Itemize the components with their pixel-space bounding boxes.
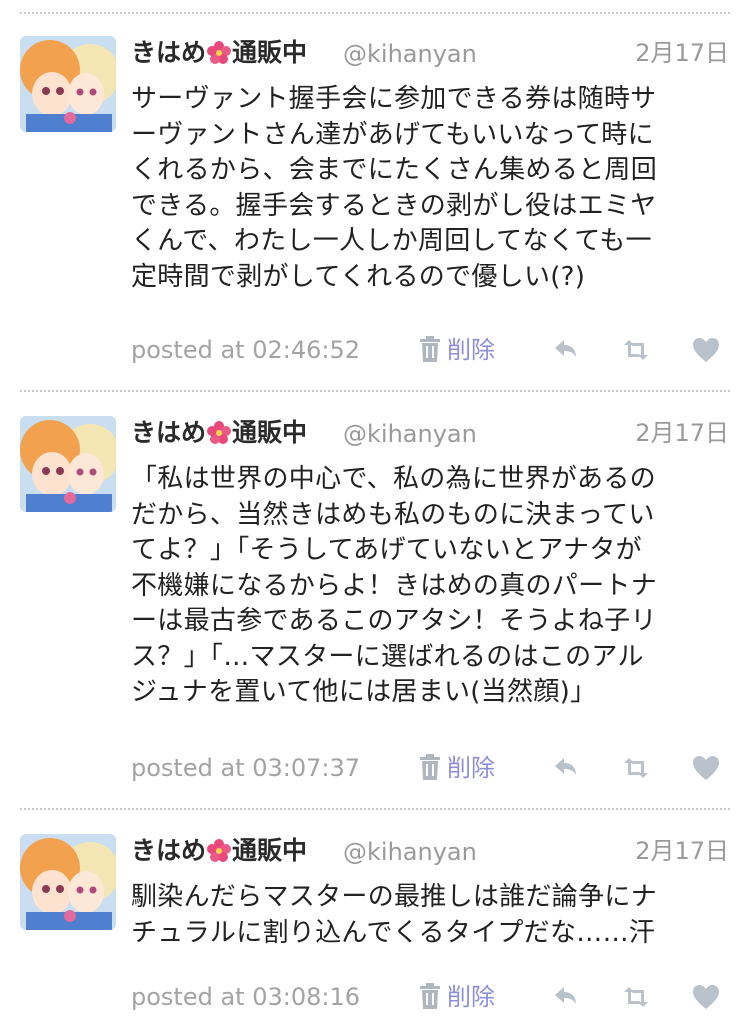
display-name-text: きはめ: [131, 836, 207, 865]
heart-icon: [693, 756, 719, 780]
user-handle[interactable]: @kihanyan: [343, 835, 477, 869]
tweet-footer: posted at 02:46:52 削除: [131, 332, 731, 368]
tweet-date[interactable]: 2月17日: [635, 36, 729, 70]
avatar[interactable]: [20, 36, 116, 132]
reply-icon: [555, 340, 576, 357]
display-name[interactable]: きはめ 通販中: [131, 834, 307, 868]
tweet-item[interactable]: きはめ 通販中 @kihanyan 2月17日 「私は世界の中心で、私の為に世界が…: [0, 416, 751, 796]
display-name[interactable]: きはめ 通販中: [131, 36, 307, 70]
delete-button[interactable]: 削除: [419, 332, 495, 368]
like-button[interactable]: [691, 982, 721, 1012]
display-name[interactable]: きはめ 通販中: [131, 416, 307, 450]
tweet-footer: posted at 03:07:37 削除: [131, 750, 731, 786]
user-handle[interactable]: @kihanyan: [343, 37, 477, 71]
trash-icon: [420, 754, 440, 780]
tweet-header: きはめ 通販中 @kihanyan 2月17日: [131, 416, 731, 450]
posted-time: posted at 03:08:16: [131, 983, 360, 1011]
hibiscus-icon: [207, 839, 232, 862]
hibiscus-icon: [207, 41, 232, 64]
retweet-icon: [624, 340, 648, 360]
retweet-icon: [624, 758, 648, 778]
trash-icon: [420, 983, 440, 1009]
divider: [20, 808, 730, 810]
posted-time: posted at 02:46:52: [131, 336, 360, 364]
like-button[interactable]: [691, 753, 721, 783]
tweet-text: 馴染んだらマスターの最推しは誰だ論争にナ チュラルに割り込んでくるタイプだな………: [131, 882, 658, 948]
reply-button[interactable]: [551, 753, 581, 783]
tweet-date[interactable]: 2月17日: [635, 834, 729, 868]
avatar-image: [20, 834, 116, 930]
heart-icon: [693, 985, 719, 1009]
retweet-icon: [624, 987, 648, 1007]
avatar[interactable]: [20, 834, 116, 930]
delete-button[interactable]: 削除: [419, 750, 495, 786]
retweet-button[interactable]: [621, 753, 651, 783]
tweet-item[interactable]: きはめ 通販中 @kihanyan 2月17日 馴染んだらマスターの最推しは誰だ論…: [0, 834, 751, 1024]
display-name-suffix: 通販中: [232, 38, 308, 67]
retweet-button[interactable]: [621, 982, 651, 1012]
avatar-image: [20, 36, 116, 132]
tweet-footer: posted at 03:08:16 削除: [131, 979, 731, 1015]
delete-label: 削除: [447, 983, 495, 1011]
delete-button[interactable]: 削除: [419, 979, 495, 1015]
trash-icon: [420, 336, 440, 362]
user-handle[interactable]: @kihanyan: [343, 417, 477, 451]
display-name-text: きはめ: [131, 418, 207, 447]
retweet-button[interactable]: [621, 335, 651, 365]
delete-label: 削除: [447, 336, 495, 364]
reply-button[interactable]: [551, 335, 581, 365]
avatar-image: [20, 416, 116, 512]
display-name-suffix: 通販中: [232, 418, 308, 447]
display-name-suffix: 通販中: [232, 836, 308, 865]
tweet-header: きはめ 通販中 @kihanyan 2月17日: [131, 834, 731, 868]
tweet-header: きはめ 通販中 @kihanyan 2月17日: [131, 36, 731, 70]
avatar[interactable]: [20, 416, 116, 512]
hibiscus-icon: [207, 421, 232, 444]
divider: [20, 12, 730, 14]
delete-label: 削除: [447, 754, 495, 782]
heart-icon: [693, 338, 719, 362]
display-name-text: きはめ: [131, 38, 207, 67]
tweet-text: 「私は世界の中心で、私の為に世界があるの だから、当然きはめも私のものに決まって…: [131, 464, 658, 707]
posted-time: posted at 03:07:37: [131, 754, 360, 782]
reply-icon: [555, 758, 576, 775]
tweet-text: サーヴァント握手会に参加できる券は随時サ ーヴァントさん達があげてもいいなって時…: [131, 84, 658, 292]
like-button[interactable]: [691, 335, 721, 365]
divider: [20, 390, 730, 392]
tweet-item[interactable]: きはめ 通販中 @kihanyan 2月17日 サーヴァント握手会に参加できる券は…: [0, 36, 751, 381]
tweet-date[interactable]: 2月17日: [635, 416, 729, 450]
reply-icon: [555, 987, 576, 1004]
reply-button[interactable]: [551, 982, 581, 1012]
